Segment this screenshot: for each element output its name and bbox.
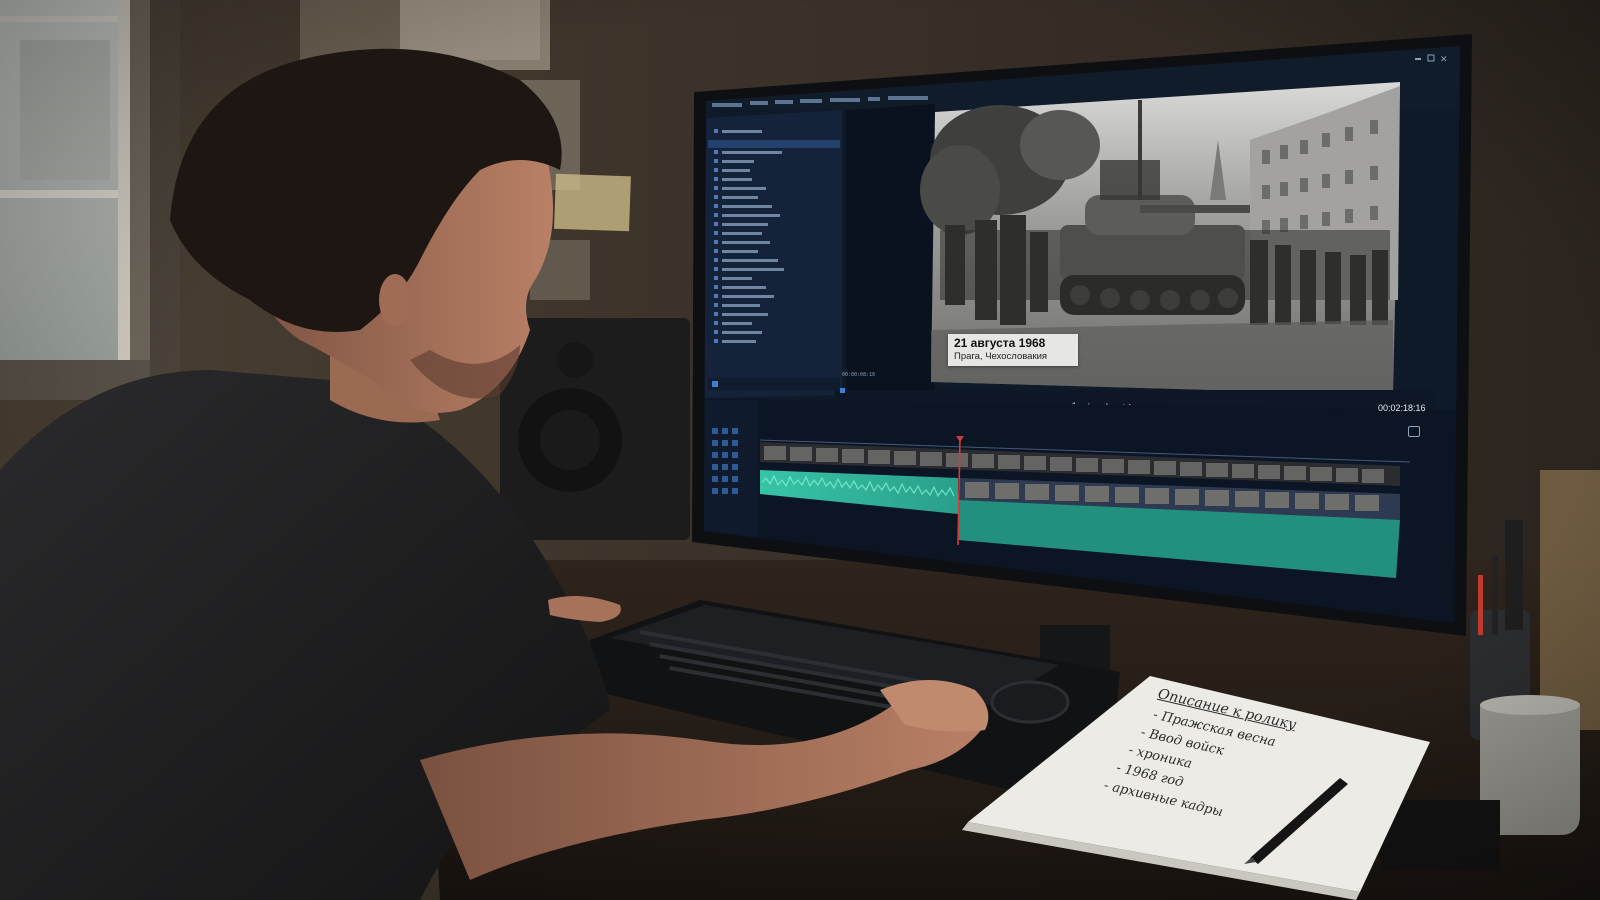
- man-ear: [379, 274, 411, 326]
- photo-scene: ✕ 21 августа 1968 Прага, Чехословакия 00…: [0, 0, 1600, 900]
- jog-dial: [990, 680, 1070, 724]
